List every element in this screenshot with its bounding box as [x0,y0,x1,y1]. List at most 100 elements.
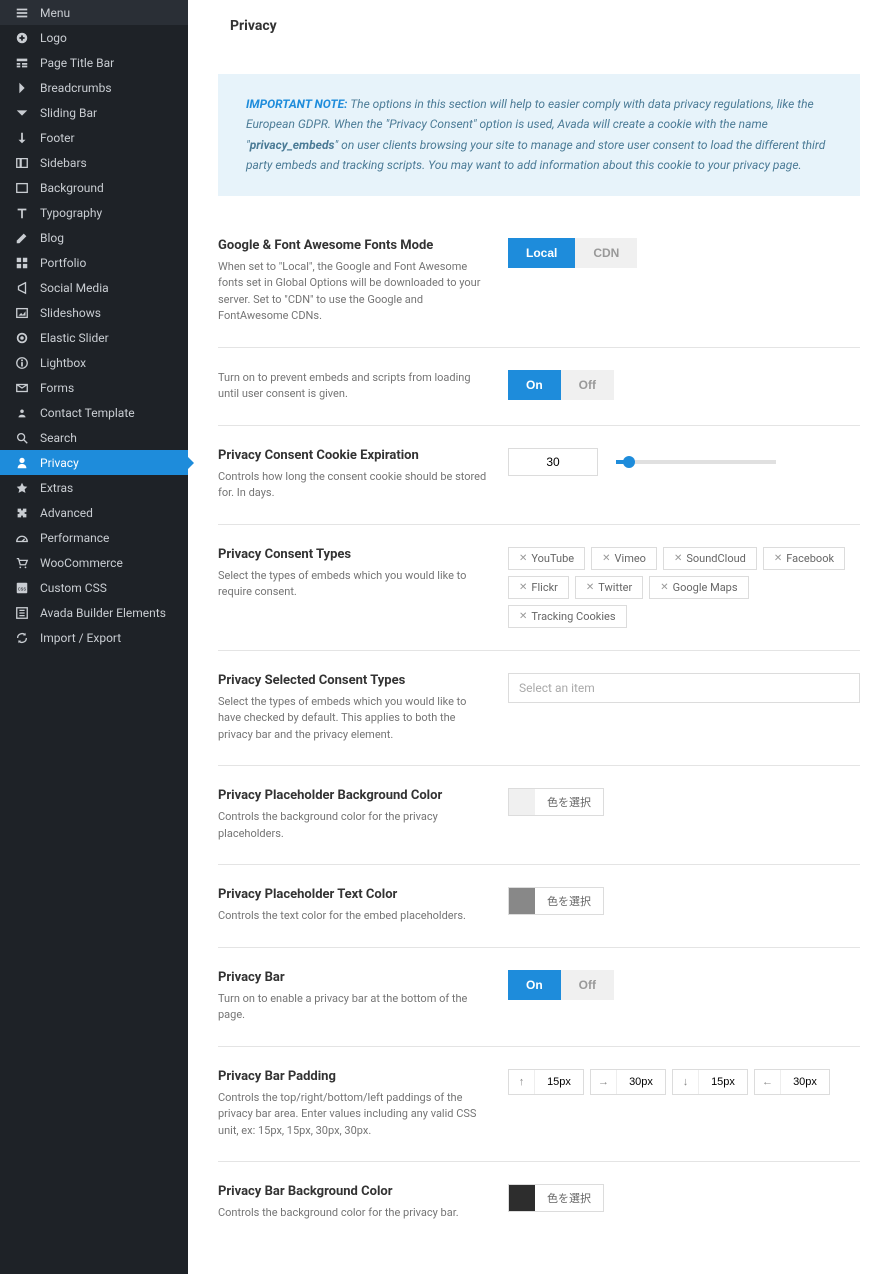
sidebar-item-logo[interactable]: Logo [0,25,188,50]
arrow-icon: → [591,1070,617,1094]
remove-icon[interactable]: ✕ [602,553,610,564]
sidebar-item-label: Breadcrumbs [40,81,112,95]
tag-vimeo[interactable]: ✕Vimeo [591,547,657,570]
sidebar-item-avada-builder-elements[interactable]: Avada Builder Elements [0,600,188,625]
sidebar-item-label: Sidebars [40,156,87,170]
sidebar-item-label: Menu [40,6,70,20]
color-select-button[interactable]: 色を選択 [535,1190,603,1206]
remove-icon[interactable]: ✕ [519,582,527,593]
padding-input[interactable] [535,1070,583,1094]
sidebar-item-background[interactable]: Background [0,175,188,200]
arrow-icon: ↑ [509,1070,535,1094]
padding-input[interactable] [781,1070,829,1094]
bar-on-button[interactable]: On [508,970,561,1000]
tag-facebook[interactable]: ✕Facebook [763,547,845,570]
padding-bottom: ↓ [672,1069,748,1095]
remove-icon[interactable]: ✕ [519,611,527,622]
sidebar-item-portfolio[interactable]: Portfolio [0,250,188,275]
sidebar-item-import-export[interactable]: Import / Export [0,625,188,650]
sidebar-item-label: Extras [40,481,73,495]
placeholder-text-title: Privacy Placeholder Text Color [218,887,488,902]
slider-icon [12,331,32,345]
remove-icon[interactable]: ✕ [674,553,682,564]
sidebar-item-elastic-slider[interactable]: Elastic Slider [0,325,188,350]
edit-icon [12,231,32,245]
bar-bg-desc: Controls the background color for the pr… [218,1205,488,1222]
bar-padding-desc: Controls the top/right/bottom/left paddi… [218,1090,488,1140]
remove-icon[interactable]: ✕ [774,553,782,564]
sidebar-item-lightbox[interactable]: Lightbox [0,350,188,375]
fonts-mode-toggle: Local CDN [508,238,637,268]
sidebar-item-contact-template[interactable]: Contact Template [0,400,188,425]
sidebar-item-forms[interactable]: Forms [0,375,188,400]
bar-bg-color-picker[interactable]: 色を選択 [508,1184,604,1212]
sidebar-item-label: Slideshows [40,306,101,320]
remove-icon[interactable]: ✕ [660,582,668,593]
placeholder-text-color-picker[interactable]: 色を選択 [508,887,604,915]
padding-input[interactable] [699,1070,747,1094]
placeholder-bg-color-picker[interactable]: 色を選択 [508,788,604,816]
fonts-cdn-button[interactable]: CDN [575,238,637,268]
sidebar-item-woocommerce[interactable]: WooCommerce [0,550,188,575]
chevron-right-icon [12,81,32,95]
sidebar-item-menu[interactable]: Menu [0,0,188,25]
color-select-button[interactable]: 色を選択 [535,794,603,810]
padding-input[interactable] [617,1070,665,1094]
bar-off-button[interactable]: Off [561,970,614,1000]
sidebar-item-label: Social Media [40,281,109,295]
sidebar-item-sliding-bar[interactable]: Sliding Bar [0,100,188,125]
expiration-input[interactable] [508,448,598,476]
sidebar-item-blog[interactable]: Blog [0,225,188,250]
sidebar-item-label: Sliding Bar [40,106,97,120]
sidebar-item-sidebars[interactable]: Sidebars [0,150,188,175]
sidebar-item-page-title-bar[interactable]: Page Title Bar [0,50,188,75]
search-icon [12,431,32,445]
sidebar-item-label: Contact Template [40,406,135,420]
color-select-button[interactable]: 色を選択 [535,893,603,909]
selected-types-select[interactable]: Select an item [508,673,860,703]
fonts-local-button[interactable]: Local [508,238,575,268]
consent-toggle: On Off [508,370,614,400]
sidebar-item-label: Lightbox [40,356,86,370]
sidebar-item-privacy[interactable]: Privacy [0,450,188,475]
sidebar-item-typography[interactable]: Typography [0,200,188,225]
image-icon [12,306,32,320]
expiration-title: Privacy Consent Cookie Expiration [218,448,488,463]
note-title: IMPORTANT NOTE: [246,97,348,111]
tag-flickr[interactable]: ✕Flickr [508,576,569,599]
sidebar-item-extras[interactable]: Extras [0,475,188,500]
tag-twitter[interactable]: ✕Twitter [575,576,643,599]
titlebar-icon [12,56,32,70]
sidebar-item-label: Footer [40,131,75,145]
sidebar-item-custom-css[interactable]: cssCustom CSS [0,575,188,600]
sidebar-item-social-media[interactable]: Social Media [0,275,188,300]
remove-icon[interactable]: ✕ [519,553,527,564]
expiration-slider[interactable] [616,460,776,464]
sidebar-item-performance[interactable]: Performance [0,525,188,550]
puzzle-icon [12,506,32,520]
sidebar-item-footer[interactable]: Footer [0,125,188,150]
chevron-down-icon [12,106,32,120]
tag-google-maps[interactable]: ✕Google Maps [649,576,748,599]
share-icon [12,281,32,295]
remove-icon[interactable]: ✕ [586,582,594,593]
sidebar-item-label: Elastic Slider [40,331,109,345]
background-icon [12,181,32,195]
cart-icon [12,556,32,570]
consent-desc: Turn on to prevent embeds and scripts fr… [218,370,488,403]
bar-padding-title: Privacy Bar Padding [218,1069,488,1084]
sidebar-item-breadcrumbs[interactable]: Breadcrumbs [0,75,188,100]
tag-youtube[interactable]: ✕YouTube [508,547,585,570]
sidebar-item-slideshows[interactable]: Slideshows [0,300,188,325]
sidebar-item-search[interactable]: Search [0,425,188,450]
page-title: Privacy [218,0,860,74]
gauge-icon [12,531,32,545]
typography-icon [12,206,32,220]
placeholder-text-desc: Controls the text color for the embed pl… [218,908,488,925]
tag-soundcloud[interactable]: ✕SoundCloud [663,547,757,570]
consent-off-button[interactable]: Off [561,370,614,400]
consent-on-button[interactable]: On [508,370,561,400]
tag-tracking-cookies[interactable]: ✕Tracking Cookies [508,605,627,628]
sidebar-item-advanced[interactable]: Advanced [0,500,188,525]
css-icon: css [12,581,32,595]
